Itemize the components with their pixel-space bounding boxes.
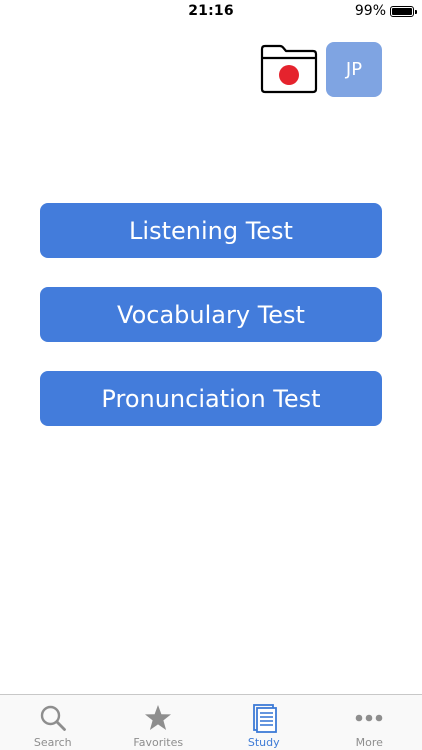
battery-fill [392,7,412,15]
folder-with-japan-flag-icon [260,44,318,94]
study-notebook-icon [248,702,280,734]
tab-bar: Search Favorites Study More [0,694,422,750]
status-right: 99% [354,3,417,19]
pronunciation-test-button[interactable]: Pronunciation Test [40,371,382,426]
tab-study-label: Study [247,736,280,749]
battery-tip [415,9,417,14]
vocabulary-test-button[interactable]: Vocabulary Test [40,287,382,342]
search-icon [37,702,69,734]
more-dots-icon [353,702,385,734]
tab-favorites-label: Favorites [133,736,184,749]
status-bar: 21:16 99% [0,0,422,24]
tab-more-label: More [355,736,383,749]
tab-more[interactable]: More [317,695,422,750]
japan-flag-circle [279,65,299,85]
battery-percent: 99% [354,3,386,19]
language-button[interactable]: JP [326,42,382,97]
battery-icon [390,5,417,17]
tab-favorites[interactable]: Favorites [106,695,212,750]
star-icon [142,702,174,734]
folder-button[interactable] [259,43,319,95]
listening-test-button[interactable]: Listening Test [40,203,382,258]
tab-study[interactable]: Study [211,695,317,750]
tab-search-label: Search [33,736,72,749]
tab-search[interactable]: Search [0,695,106,750]
